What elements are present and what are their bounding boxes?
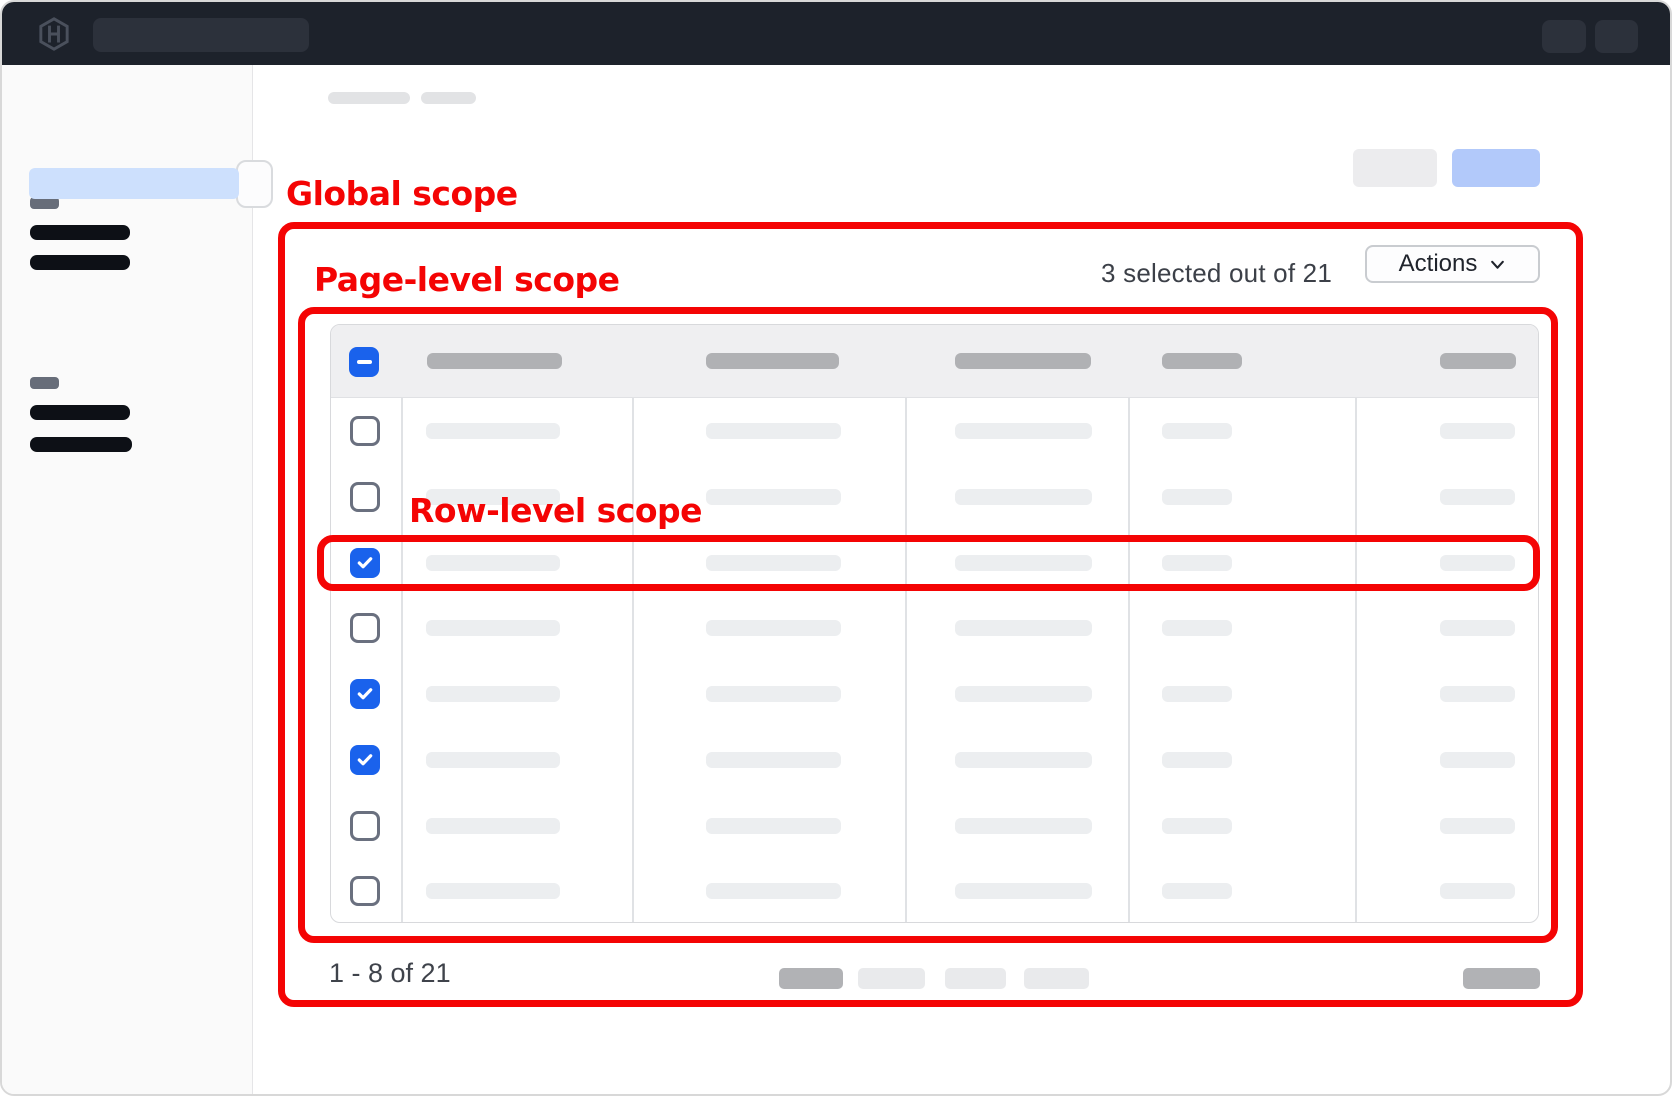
cell-skeleton — [426, 423, 560, 439]
table-row — [331, 398, 1538, 464]
sidebar-item[interactable] — [30, 405, 130, 420]
column-header-skeleton[interactable] — [1440, 353, 1516, 369]
chevron-down-icon — [1489, 256, 1506, 273]
column-header-skeleton[interactable] — [427, 353, 562, 369]
cell-skeleton — [1440, 752, 1515, 768]
cell-skeleton — [1440, 818, 1515, 834]
row-checkbox-checked[interactable] — [350, 548, 380, 578]
cell-skeleton — [1162, 686, 1232, 702]
table-row — [331, 530, 1538, 596]
row-checkbox-checked[interactable] — [350, 745, 380, 775]
cell-skeleton — [706, 883, 841, 899]
cell-skeleton — [955, 883, 1092, 899]
hashicorp-logo-icon — [36, 16, 72, 52]
primary-button[interactable] — [1452, 149, 1540, 187]
cell-skeleton — [706, 620, 841, 636]
table-header-row — [331, 325, 1538, 398]
cell-skeleton — [1440, 555, 1515, 571]
cell-skeleton — [1162, 752, 1232, 768]
global-search-input[interactable] — [93, 18, 309, 52]
breadcrumb-item[interactable] — [421, 92, 476, 104]
row-checkbox[interactable] — [350, 482, 380, 512]
help-menu-button[interactable] — [1542, 20, 1586, 53]
cell-skeleton — [1162, 620, 1232, 636]
column-header-skeleton[interactable] — [706, 353, 839, 369]
selection-summary: 3 selected out of 21 — [1042, 258, 1332, 289]
annotation-page-label: Page-level scope — [314, 260, 620, 299]
cell-skeleton — [426, 555, 560, 571]
cell-skeleton — [1162, 555, 1232, 571]
cell-skeleton — [1440, 489, 1515, 505]
table-row — [331, 793, 1538, 859]
breadcrumb-item[interactable] — [328, 92, 410, 104]
cell-skeleton — [1162, 818, 1232, 834]
cell-skeleton — [706, 686, 841, 702]
minus-indeterminate-icon — [357, 360, 372, 364]
cell-skeleton — [955, 423, 1092, 439]
screenshot-stage: 3 selected out of 21 Actions — [0, 0, 1672, 1096]
row-checkbox[interactable] — [350, 613, 380, 643]
cell-skeleton — [1440, 883, 1515, 899]
pagination-next-control[interactable] — [1463, 968, 1540, 989]
cell-skeleton — [1440, 620, 1515, 636]
cell-skeleton — [1162, 489, 1232, 505]
cell-skeleton — [1440, 423, 1515, 439]
sidebar-item-active[interactable] — [29, 168, 239, 199]
cell-skeleton — [706, 555, 841, 571]
pagination-control[interactable] — [945, 968, 1006, 989]
cell-skeleton — [955, 555, 1092, 571]
table-body — [331, 398, 1538, 923]
cell-skeleton — [1162, 423, 1232, 439]
annotation-row-label: Row-level scope — [409, 491, 702, 530]
data-table — [330, 324, 1539, 923]
pagination-control[interactable] — [1024, 968, 1089, 989]
cell-skeleton — [1440, 686, 1515, 702]
app-window: 3 selected out of 21 Actions — [0, 0, 1672, 1096]
sidebar-item[interactable] — [30, 255, 130, 270]
cell-skeleton — [955, 620, 1092, 636]
sidebar-item[interactable] — [30, 225, 130, 240]
pagination-control[interactable] — [858, 968, 925, 989]
row-checkbox[interactable] — [350, 811, 380, 841]
cell-skeleton — [706, 752, 841, 768]
checkmark-icon — [357, 753, 373, 767]
sidebar-section-label — [30, 377, 59, 389]
page-size-selector[interactable] — [779, 968, 843, 989]
table-row — [331, 727, 1538, 793]
top-nav-bar — [2, 2, 1670, 65]
column-header-skeleton[interactable] — [955, 353, 1091, 369]
secondary-button[interactable] — [1353, 149, 1437, 187]
table-row — [331, 858, 1538, 923]
cell-skeleton — [1162, 883, 1232, 899]
cell-skeleton — [955, 752, 1092, 768]
cell-skeleton — [706, 489, 841, 505]
table-row — [331, 595, 1538, 661]
actions-button-label: Actions — [1399, 250, 1478, 278]
cell-skeleton — [706, 423, 841, 439]
table-row — [331, 661, 1538, 727]
row-checkbox[interactable] — [350, 876, 380, 906]
actions-dropdown-button[interactable]: Actions — [1365, 245, 1540, 283]
cell-skeleton — [426, 686, 560, 702]
checkmark-icon — [357, 687, 373, 701]
pagination-range: 1 - 8 of 21 — [329, 958, 451, 989]
cell-skeleton — [426, 620, 560, 636]
row-checkbox-checked[interactable] — [350, 679, 380, 709]
sidebar-flyout-handle — [236, 160, 273, 208]
sidebar-item[interactable] — [30, 437, 132, 452]
side-nav — [2, 65, 253, 1094]
row-checkbox[interactable] — [350, 416, 380, 446]
select-all-checkbox[interactable] — [349, 347, 379, 377]
cell-skeleton — [426, 818, 560, 834]
cell-skeleton — [706, 818, 841, 834]
cell-skeleton — [426, 752, 560, 768]
column-header-skeleton[interactable] — [1162, 353, 1242, 369]
checkmark-icon — [357, 556, 373, 570]
cell-skeleton — [955, 686, 1092, 702]
cell-skeleton — [955, 818, 1092, 834]
cell-skeleton — [426, 883, 560, 899]
annotation-global-label: Global scope — [286, 174, 518, 213]
user-menu-button[interactable] — [1595, 20, 1638, 53]
cell-skeleton — [955, 489, 1092, 505]
